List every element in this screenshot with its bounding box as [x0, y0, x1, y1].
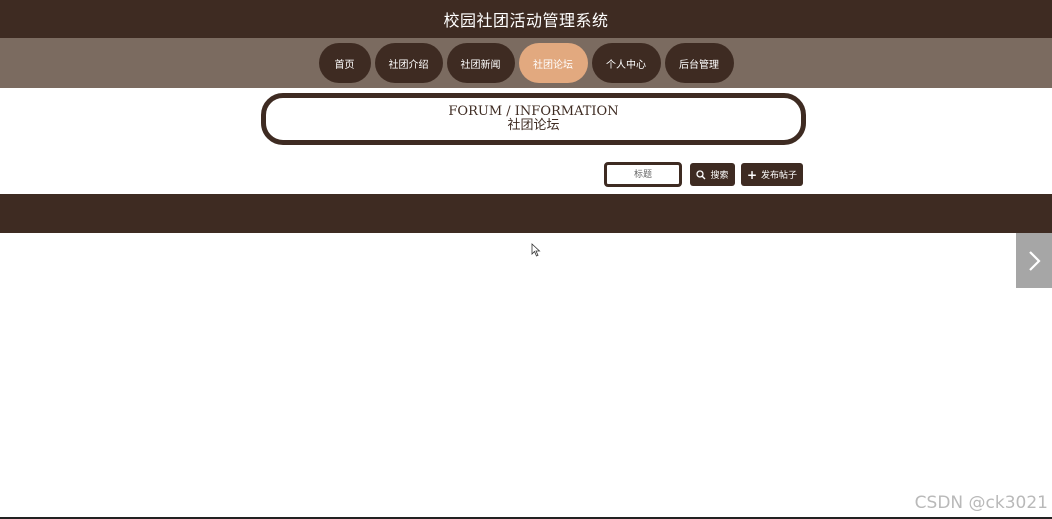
section-title-box: FORUM / INFORMATION 社团论坛 [261, 93, 806, 145]
nav-item-club-forum[interactable]: 社团论坛 [518, 43, 588, 83]
chevron-right-icon [1029, 250, 1041, 271]
watermark: CSDN @ck3021 [914, 493, 1048, 513]
nav-item-label: 个人中心 [606, 59, 646, 71]
nav-item-label: 社团新闻 [460, 59, 501, 71]
content-header-band [0, 194, 1052, 233]
search-input[interactable] [604, 162, 682, 187]
new-post-button-label: 发布帖子 [761, 171, 798, 181]
app-title: 校园社团活动管理系统 [443, 11, 609, 30]
search-icon [696, 169, 706, 179]
nav-item-label: 社团论坛 [533, 59, 573, 71]
search-button-label: 搜索 [710, 171, 729, 181]
section-title-en: FORUM / INFORMATION [448, 104, 619, 119]
search-toolbar: 搜索 + 发布帖子 [604, 162, 803, 187]
new-post-button[interactable]: + 发布帖子 [741, 163, 803, 186]
app-header: 校园社团活动管理系统 [0, 0, 1052, 38]
nav-item-club-intro[interactable]: 社团介绍 [374, 43, 443, 83]
nav-item-club-news[interactable]: 社团新闻 [446, 43, 515, 83]
nav-item-personal-center[interactable]: 个人中心 [591, 43, 661, 83]
nav-item-home[interactable]: 首页 [318, 43, 371, 83]
nav-item-admin[interactable]: 后台管理 [664, 43, 734, 83]
nav-item-label: 后台管理 [679, 59, 719, 71]
nav-item-label: 首页 [334, 59, 355, 71]
carousel-next-button[interactable] [1016, 233, 1052, 288]
nav-item-label: 社团介绍 [388, 59, 429, 71]
plus-icon: + [746, 167, 758, 182]
main-nav: 首页 社团介绍 社团新闻 社团论坛 个人中心 后台管理 [0, 38, 1052, 88]
mouse-cursor-icon [531, 243, 541, 257]
section-title-zh: 社团论坛 [507, 118, 560, 133]
search-button[interactable]: 搜索 [690, 163, 735, 186]
